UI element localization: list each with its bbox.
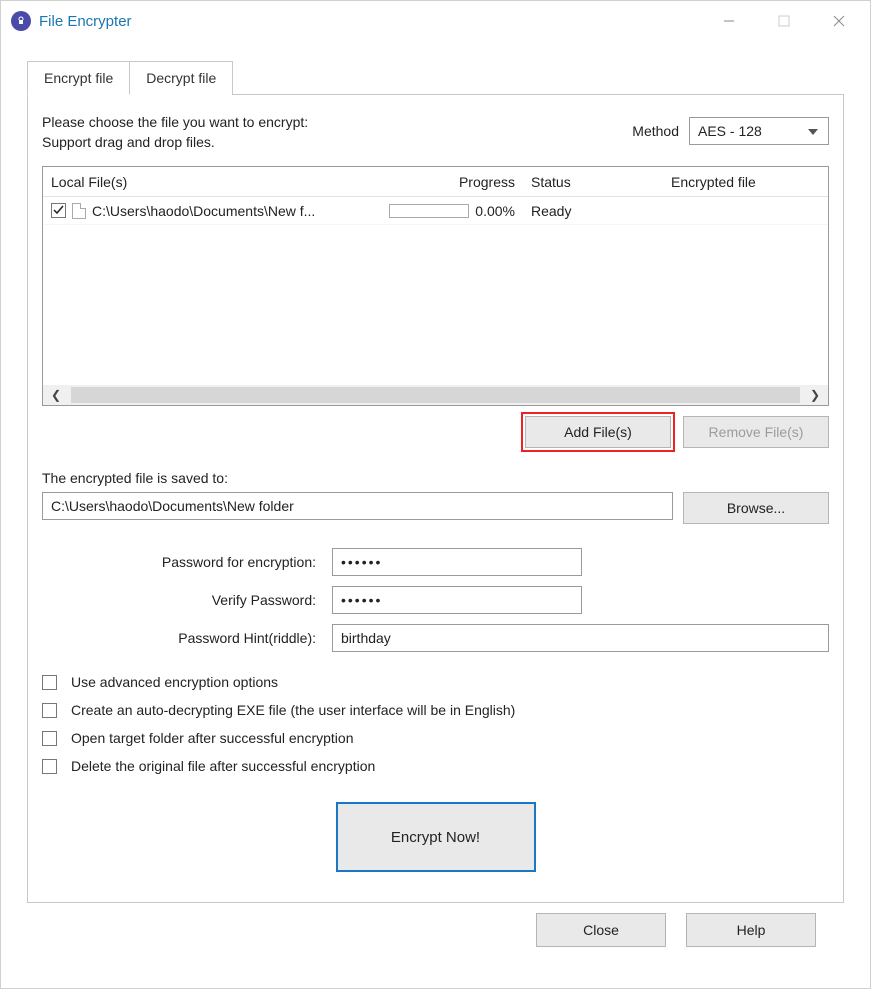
tab-encrypt[interactable]: Encrypt file — [27, 61, 130, 95]
password-label: Password for encryption: — [42, 554, 332, 570]
progress-bar — [389, 204, 469, 218]
hint-label: Password Hint(riddle): — [42, 630, 332, 646]
verify-password-label: Verify Password: — [42, 592, 332, 608]
tab-decrypt[interactable]: Decrypt file — [129, 61, 233, 95]
encrypt-now-button[interactable]: Encrypt Now! — [336, 802, 536, 872]
table-header: Local File(s) Progress Status Encrypted … — [43, 167, 828, 197]
titlebar: File Encrypter — [1, 1, 870, 41]
file-icon — [72, 203, 86, 219]
scroll-track[interactable] — [71, 387, 800, 403]
close-window-button[interactable] — [811, 1, 866, 41]
hint-value: birthday — [341, 630, 391, 646]
help-button[interactable]: Help — [686, 913, 816, 947]
horizontal-scrollbar[interactable]: ❮ ❯ — [43, 385, 828, 405]
minimize-button[interactable] — [701, 1, 756, 41]
browse-button[interactable]: Browse... — [683, 492, 829, 524]
add-files-button[interactable]: Add File(s) — [525, 416, 671, 448]
scroll-right-icon[interactable]: ❯ — [810, 388, 820, 402]
open-folder-checkbox[interactable] — [42, 731, 57, 746]
method-select[interactable]: AES - 128 — [689, 117, 829, 145]
col-file[interactable]: Local File(s) — [43, 174, 373, 190]
password-value: •••••• — [341, 554, 382, 570]
delete-original-label: Delete the original file after successfu… — [71, 758, 375, 774]
method-label: Method — [632, 123, 679, 139]
open-folder-label: Open target folder after successful encr… — [71, 730, 353, 746]
advanced-checkbox[interactable] — [42, 675, 57, 690]
file-table: Local File(s) Progress Status Encrypted … — [42, 166, 829, 406]
save-path-value: C:\Users\haodo\Documents\New folder — [51, 498, 294, 514]
exe-checkbox[interactable] — [42, 703, 57, 718]
row-file-path: C:\Users\haodo\Documents\New f... — [92, 203, 315, 219]
save-path-input[interactable]: C:\Users\haodo\Documents\New folder — [42, 492, 673, 520]
exe-label: Create an auto-decrypting EXE file (the … — [71, 702, 515, 718]
instruction-line2: Support drag and drop files. — [42, 133, 632, 153]
close-button[interactable]: Close — [536, 913, 666, 947]
col-encfile[interactable]: Encrypted file — [663, 174, 828, 190]
tabs: Encrypt file Decrypt file — [27, 61, 844, 95]
instruction-line1: Please choose the file you want to encry… — [42, 113, 632, 133]
verify-password-value: •••••• — [341, 592, 382, 608]
window-title: File Encrypter — [39, 13, 132, 30]
delete-original-checkbox[interactable] — [42, 759, 57, 774]
maximize-button[interactable] — [756, 1, 811, 41]
table-body: C:\Users\haodo\Documents\New f... 0.00% … — [43, 197, 828, 385]
advanced-label: Use advanced encryption options — [71, 674, 278, 690]
table-row[interactable]: C:\Users\haodo\Documents\New f... 0.00% … — [43, 197, 828, 225]
col-status[interactable]: Status — [523, 174, 663, 190]
instruction-text: Please choose the file you want to encry… — [42, 113, 632, 152]
remove-files-button[interactable]: Remove File(s) — [683, 416, 829, 448]
row-checkbox[interactable] — [51, 203, 66, 218]
content-area: Encrypt file Decrypt file Please choose … — [1, 41, 870, 967]
save-to-label: The encrypted file is saved to: — [42, 470, 829, 486]
col-progress[interactable]: Progress — [373, 174, 523, 190]
password-input[interactable]: •••••• — [332, 548, 582, 576]
verify-password-input[interactable]: •••••• — [332, 586, 582, 614]
hint-input[interactable]: birthday — [332, 624, 829, 652]
row-progress: 0.00% — [475, 203, 515, 219]
encrypt-panel: Please choose the file you want to encry… — [27, 95, 844, 903]
scroll-left-icon[interactable]: ❮ — [51, 388, 61, 402]
row-status: Ready — [523, 203, 663, 219]
app-icon — [11, 11, 31, 31]
method-value: AES - 128 — [698, 123, 762, 139]
